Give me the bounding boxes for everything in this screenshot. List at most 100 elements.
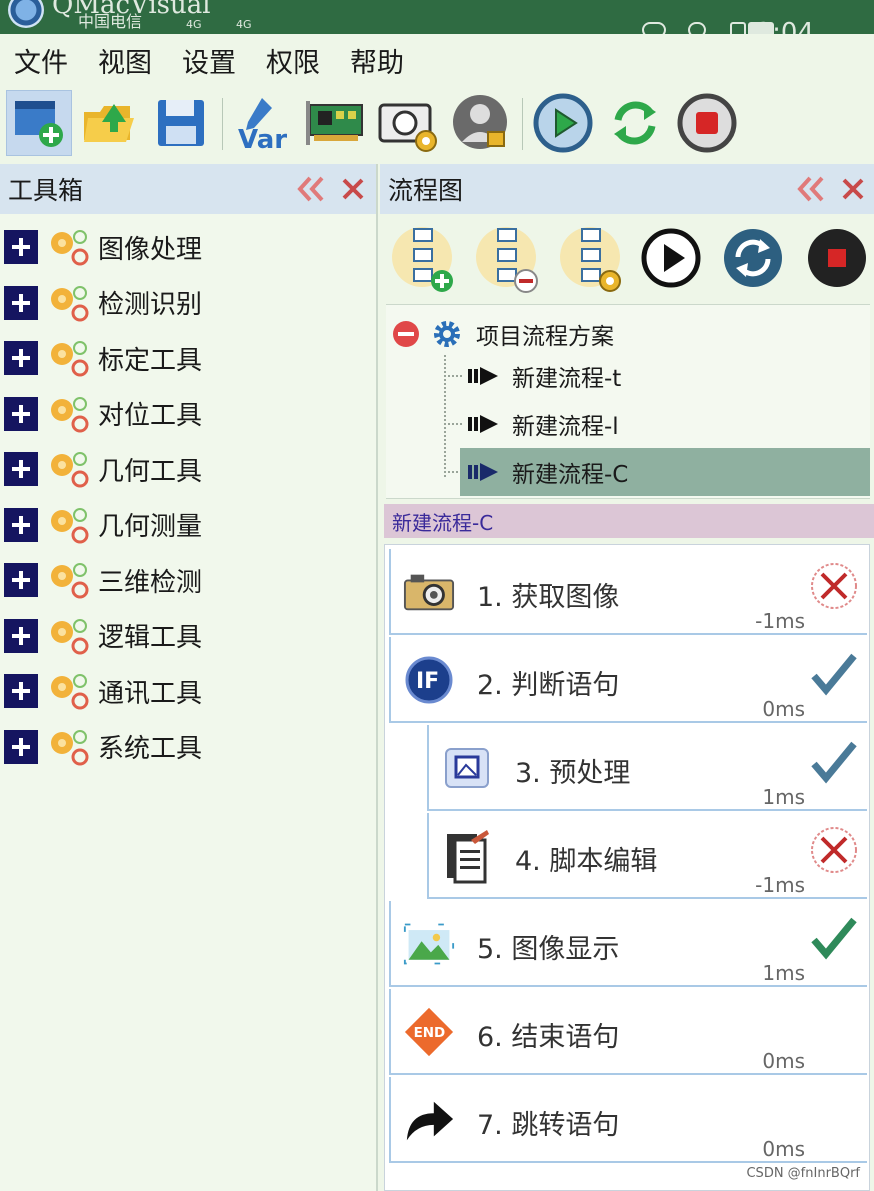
remove-flow-icon <box>476 227 538 293</box>
toolbox-item-logic-tools[interactable]: 逻辑工具 <box>4 613 364 659</box>
open-project-button[interactable] <box>76 90 142 156</box>
flow-step-3[interactable]: 3. 预处理 1ms <box>427 725 867 811</box>
collapse-panel-button[interactable] <box>296 174 326 204</box>
save-button[interactable] <box>148 90 214 156</box>
stop-icon <box>677 93 737 153</box>
step-time: 0ms <box>762 1137 805 1161</box>
expand-plus-icon[interactable] <box>4 563 38 597</box>
toolbox-header: 工具箱 <box>0 164 376 214</box>
expand-plus-icon[interactable] <box>4 507 38 542</box>
tree-flow-l[interactable]: 新建流程-l <box>466 409 619 440</box>
toolbox-item-alignment[interactable]: 对位工具 <box>4 391 364 437</box>
flow-step-1[interactable]: 1. 获取图像 -1ms <box>389 549 867 635</box>
new-project-button[interactable] <box>6 90 72 156</box>
fail-x-icon <box>809 825 859 875</box>
gears-icon <box>51 618 89 654</box>
toolbox-item-communication-tools[interactable]: 通讯工具 <box>4 668 364 714</box>
stop-flow-button[interactable] <box>802 220 872 296</box>
hardware-button[interactable] <box>302 90 368 156</box>
tree-root-label: 项目流程方案 <box>476 324 614 350</box>
expand-plus-icon[interactable] <box>4 452 38 486</box>
expand-plus-icon[interactable] <box>4 674 38 708</box>
variable-icon: Var <box>238 98 287 152</box>
menu-permissions[interactable]: 权限 <box>266 41 320 80</box>
user-lock-icon <box>453 95 507 149</box>
play-icon <box>533 93 593 153</box>
tree-flow-label: 新建流程-l <box>512 414 619 440</box>
eye-icon <box>642 22 666 34</box>
toolbox-item-detection[interactable]: 检测识别 <box>4 280 364 326</box>
toolbox-item-label: 通讯工具 <box>98 678 203 709</box>
flow-step-5[interactable]: 5. 图像显示 1ms <box>389 901 867 987</box>
flow-step-4[interactable]: 4. 脚本编辑 -1ms <box>427 813 867 899</box>
run-flow-button[interactable] <box>636 220 706 296</box>
flow-arrow-icon <box>468 463 498 481</box>
carrier-label: 中国电信 <box>78 12 143 31</box>
toolbox-item-geometry-tools[interactable]: 几何工具 <box>4 446 364 492</box>
expand-plus-icon[interactable] <box>4 285 38 320</box>
step-time: 0ms <box>762 697 805 721</box>
svg-text:Var: Var <box>238 125 287 152</box>
pci-card-icon <box>306 101 363 145</box>
toolbox-item-label: 系统工具 <box>98 734 203 764</box>
menu-help[interactable]: 帮助 <box>350 41 404 80</box>
remove-flow-button[interactable] <box>472 220 542 296</box>
add-flow-button[interactable] <box>388 220 458 296</box>
toolbox-item-image-processing[interactable]: 图像处理 <box>4 224 364 270</box>
toolbox-item-label: 逻辑工具 <box>98 623 203 653</box>
stop-button[interactable] <box>674 90 740 156</box>
watermark: CSDN @fnInrBQrf <box>746 1166 860 1181</box>
close-flow-panel-button[interactable] <box>838 174 868 204</box>
loop-run-button[interactable] <box>602 90 668 156</box>
tree-root[interactable]: 项目流程方案 <box>392 317 614 351</box>
toolbox-item-3d-inspection[interactable]: 三维检测 <box>4 557 364 603</box>
tree-flow-t[interactable]: 新建流程-t <box>466 361 621 392</box>
toolbox-item-label: 对位工具 <box>98 401 203 431</box>
user-permissions-button[interactable] <box>448 90 514 156</box>
expand-plus-icon[interactable] <box>4 729 38 764</box>
flow-arrow-icon <box>468 367 498 385</box>
collapse-flow-panel-button[interactable] <box>796 174 826 204</box>
menu-settings[interactable]: 设置 <box>182 41 236 80</box>
play-circle-icon <box>641 228 701 288</box>
flow-step-2[interactable]: IF 2. 判断语句 0ms <box>389 637 867 723</box>
refresh-icon <box>614 101 656 145</box>
camera-settings-button[interactable] <box>374 90 440 156</box>
flowchart-panel: 流程图 项目流程方案 新建流程-t 新建流程-l 新建流程-C 新建流程-C 1… <box>380 164 874 1191</box>
flow-arrow-icon <box>468 415 498 433</box>
run-button[interactable] <box>530 90 596 156</box>
variables-button[interactable]: Var <box>230 90 296 156</box>
step-time: 1ms <box>762 961 805 985</box>
close-icon <box>342 178 364 200</box>
toolbox-item-system-tools[interactable]: 系统工具 <box>4 724 364 770</box>
vibrate-icon <box>730 22 746 34</box>
expand-plus-icon[interactable] <box>4 341 38 375</box>
svg-text:END: END <box>414 1025 446 1041</box>
gears-icon <box>51 674 89 710</box>
tree-flow-c-selected[interactable]: 新建流程-C <box>460 448 870 496</box>
expand-plus-icon[interactable] <box>4 230 38 264</box>
gears-icon <box>51 341 89 377</box>
toolbox-item-label: 三维检测 <box>98 567 203 598</box>
toolbox-item-calibration[interactable]: 标定工具 <box>4 335 364 381</box>
svg-text:IF: IF <box>416 669 439 694</box>
menu-view[interactable]: 视图 <box>98 41 152 80</box>
expand-plus-icon[interactable] <box>4 396 38 431</box>
flow-step-6[interactable]: END 6. 结束语句 0ms <box>389 989 867 1075</box>
toolbox-item-label: 图像处理 <box>98 234 203 265</box>
current-flow-title: 新建流程-C <box>384 504 874 538</box>
camera-icon <box>403 567 455 617</box>
toolbox-item-label: 几何工具 <box>98 456 203 487</box>
expand-plus-icon[interactable] <box>4 618 38 653</box>
step-label: 1. 获取图像 <box>477 582 620 613</box>
menu-file[interactable]: 文件 <box>14 41 68 80</box>
flow-step-7[interactable]: 7. 跳转语句 0ms <box>389 1077 867 1163</box>
toolbox-item-geometry-measure[interactable]: 几何测量 <box>4 502 364 548</box>
toolbox-panel: 工具箱 图像处理检测识别标定工具对位工具几何工具几何测量三维检测逻辑工具通讯工具… <box>0 164 378 1191</box>
collapse-node-icon[interactable] <box>392 320 420 348</box>
flow-settings-button[interactable] <box>556 220 626 296</box>
loop-flow-button[interactable] <box>718 220 788 296</box>
gears-icon <box>51 285 89 321</box>
flowchart-header: 流程图 <box>380 164 874 214</box>
close-panel-button[interactable] <box>338 174 368 204</box>
